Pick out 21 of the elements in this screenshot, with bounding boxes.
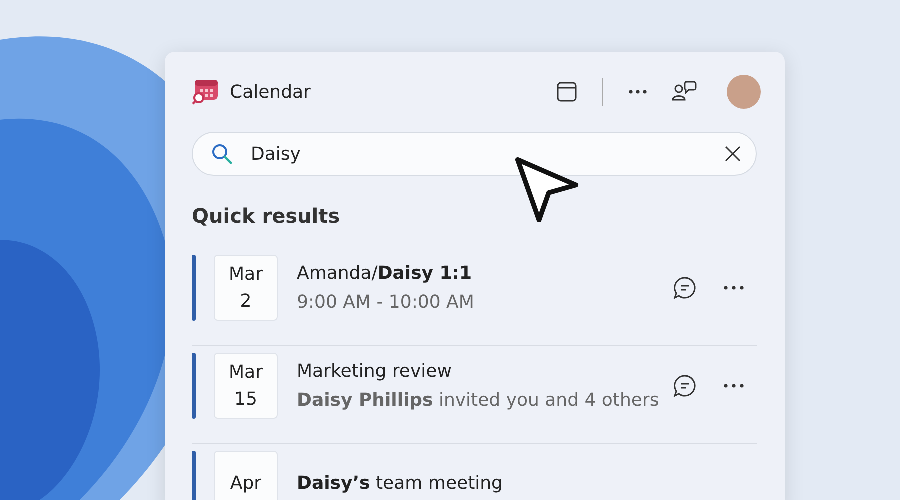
chat-icon[interactable] <box>673 374 697 398</box>
search-input[interactable]: Daisy <box>249 142 724 166</box>
people-chat-icon[interactable] <box>671 80 697 104</box>
app-title: Calendar <box>230 82 311 102</box>
event-title[interactable]: Marketing review <box>297 360 660 382</box>
section-title: Quick results <box>192 204 342 228</box>
event-date: Apr <box>214 450 278 500</box>
search-field[interactable]: Daisy <box>192 132 757 176</box>
event-detail: 9:00 AM - 10:00 AM <box>297 292 474 312</box>
event-title[interactable]: Daisy’s team meeting <box>297 473 503 494</box>
calendar-app-icon <box>192 78 220 106</box>
event-date: Mar 2 <box>214 254 278 320</box>
more-icon[interactable] <box>723 382 745 388</box>
search-icon <box>211 143 233 165</box>
event-title[interactable]: Amanda/Daisy 1:1 <box>297 262 474 284</box>
chat-icon[interactable] <box>673 276 697 300</box>
more-icon[interactable] <box>723 284 745 290</box>
close-icon[interactable] <box>724 145 742 163</box>
event-detail: Daisy Phillips invited you and 4 others <box>297 390 660 410</box>
event-date: Mar 15 <box>214 352 278 418</box>
window-icon[interactable] <box>556 81 578 103</box>
